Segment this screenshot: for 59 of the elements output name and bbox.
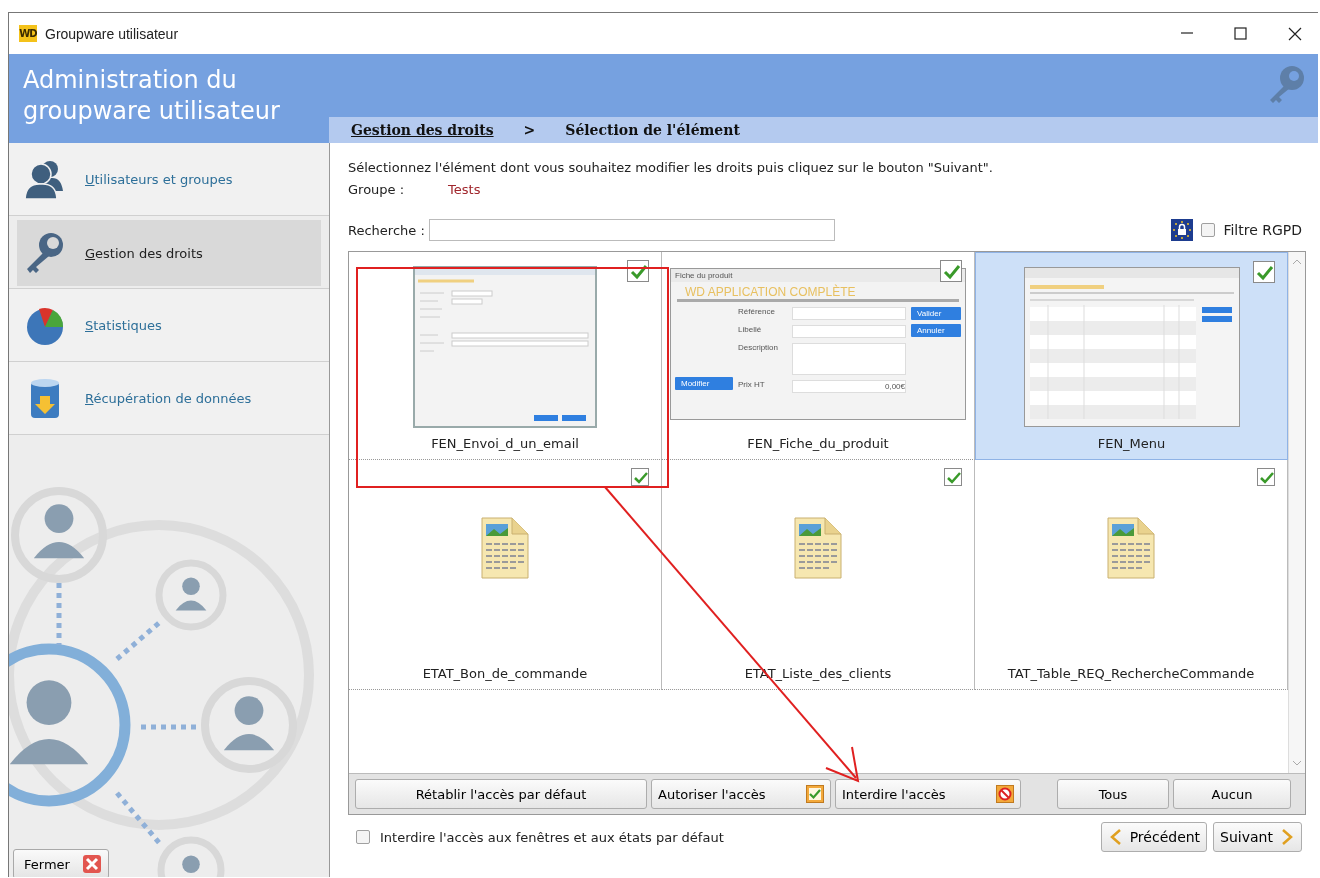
checkbox[interactable] bbox=[631, 468, 649, 486]
close-button[interactable]: Fermer bbox=[13, 849, 109, 877]
checkbox[interactable] bbox=[356, 830, 370, 844]
action-button[interactable]: Aucun bbox=[1173, 779, 1291, 809]
preview-field: 0,00€ bbox=[792, 380, 906, 393]
search-label: Recherche : bbox=[348, 222, 425, 238]
element-tile[interactable]: FEN_Envoi_d_un_email bbox=[349, 252, 662, 460]
preview-button: Valider bbox=[911, 307, 961, 320]
checkbox-label: Interdire l'accès aux fenêtres et aux états par défaut bbox=[380, 829, 724, 845]
checkbox[interactable] bbox=[944, 468, 962, 486]
maximize-icon[interactable] bbox=[1233, 25, 1249, 42]
check-icon bbox=[806, 785, 824, 803]
report-icon bbox=[1104, 516, 1158, 580]
preview-button: Annuler bbox=[911, 324, 961, 337]
scroll-up-icon[interactable] bbox=[1292, 258, 1302, 266]
search-field[interactable] bbox=[428, 219, 835, 241]
app-heading: Administration du groupware utilisateur bbox=[22, 65, 281, 127]
element-tile[interactable]: FEN_Menu bbox=[975, 252, 1288, 460]
group-value: Tests bbox=[448, 181, 481, 199]
allow-button[interactable]: Autoriser l'accès bbox=[651, 779, 831, 809]
instruction-text: Sélectionnez l'élément dont vous souhaitez modifier les droits puis cliquez sur le bouton "Suivant". bbox=[348, 159, 994, 177]
report-icon bbox=[791, 516, 845, 580]
report-icon bbox=[478, 516, 532, 580]
group-label: Groupe : bbox=[348, 181, 405, 199]
close-icon[interactable] bbox=[1287, 25, 1303, 42]
sidebar-item[interactable]: Gestion des droits bbox=[17, 220, 321, 286]
preview-label: Description bbox=[738, 343, 779, 352]
close-icon bbox=[81, 854, 102, 874]
checkbox[interactable] bbox=[1201, 223, 1216, 237]
action-button[interactable]: Rétablir l'accès par défaut bbox=[355, 779, 647, 809]
window-title: Groupware utilisateur bbox=[45, 25, 180, 42]
padlock-icon bbox=[1171, 219, 1194, 241]
breadcrumb-current: Sélection de l'élément bbox=[565, 122, 740, 138]
scroll-down-icon[interactable] bbox=[1292, 759, 1302, 767]
checkbox[interactable] bbox=[1253, 261, 1275, 283]
action-button[interactable]: Tous bbox=[1057, 779, 1169, 809]
element-tile[interactable]: Fiche du produit WD APPLICATION COMPLÈTE Modifier Référence Libellé Description Prix HT 0,00€ Valider Annuler FEN_Fiche_du_produit bbox=[662, 252, 975, 460]
previous-button[interactable]: Précédent bbox=[1100, 822, 1208, 852]
preview-label: Libellé bbox=[738, 325, 763, 334]
deny-button[interactable]: Interdire l'accès bbox=[835, 779, 1021, 809]
sidebar-item[interactable]: Récupération de données bbox=[9, 362, 329, 434]
next-button[interactable]: Suivant bbox=[1213, 822, 1302, 852]
checkbox[interactable] bbox=[940, 260, 962, 282]
preview-label: Prix HT bbox=[738, 380, 766, 389]
element-tile[interactable]: ETAT_Bon_de_commande bbox=[349, 460, 662, 690]
preview-heading: WD APPLICATION COMPLÈTE bbox=[677, 282, 959, 302]
breadcrumb-separator: > bbox=[523, 122, 536, 138]
preview-button: Modifier bbox=[675, 377, 733, 390]
preview-title: Fiche du produit bbox=[671, 269, 965, 282]
element-tile[interactable]: TAT_Table_REQ_RechercheCommande bbox=[975, 460, 1288, 690]
checkbox-label: Filtre RGPD bbox=[1223, 222, 1302, 238]
checkbox[interactable] bbox=[1257, 468, 1275, 486]
breadcrumb-link[interactable]: Gestion des droits bbox=[351, 122, 494, 138]
sidebar-item[interactable]: Statistiques bbox=[9, 289, 329, 361]
app-logo: WD bbox=[19, 25, 37, 42]
prohibited-icon bbox=[996, 785, 1014, 803]
sidebar-item[interactable]: Utilisateurs et groupes bbox=[9, 143, 329, 215]
preview-label: Référence bbox=[738, 307, 776, 316]
checkbox[interactable] bbox=[627, 260, 649, 282]
